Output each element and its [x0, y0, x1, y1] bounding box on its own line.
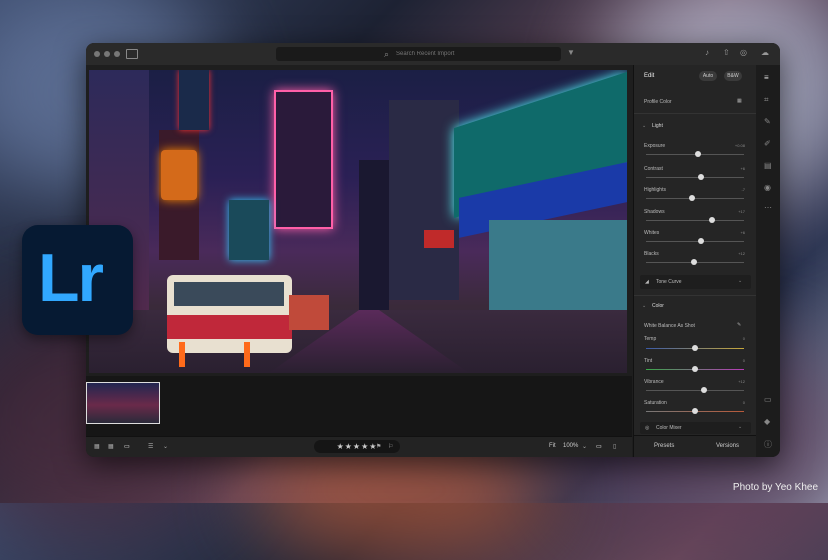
light-section-title[interactable]: Light	[652, 123, 663, 129]
crop-icon[interactable]: ⌗	[764, 95, 769, 105]
edit-sliders-icon[interactable]: ≡	[764, 73, 769, 82]
panel-title: Edit	[644, 73, 655, 79]
versions-tab[interactable]: Versions	[716, 443, 739, 449]
detail-view-icon[interactable]: ▭	[124, 443, 130, 450]
lightroom-logo: Lr	[22, 225, 133, 335]
main-photo[interactable]	[89, 70, 627, 373]
chevron-down-icon[interactable]: ⌄	[642, 303, 646, 309]
search-input[interactable]	[396, 48, 546, 59]
chevron-down-icon[interactable]: ⌄	[642, 123, 646, 129]
sort-icon[interactable]: ☰	[148, 443, 153, 450]
before-after-icon[interactable]: ▭	[596, 443, 602, 450]
sidebar-toggle-icon[interactable]	[126, 49, 138, 59]
color-mixer-icon: ◎	[645, 425, 650, 431]
bottom-toolbar: ▦ ▦ ▭ ☰ ⌄ ★★★★★ ⚑ ⚐ Fit 100% ⌄ ▭ ▯	[86, 436, 632, 457]
filmstrip-thumbnail[interactable]	[86, 382, 160, 424]
healing-brush-icon[interactable]: ✎	[764, 117, 771, 126]
chevron-down-icon: ⌄	[738, 278, 743, 284]
linear-gradient-icon[interactable]: ▤	[764, 161, 772, 170]
presets-tab[interactable]: Presets	[654, 443, 674, 449]
panel-tabs: Presets Versions	[634, 435, 757, 457]
more-icon[interactable]: ⋯	[764, 203, 772, 212]
comment-icon[interactable]: ▭	[764, 395, 772, 404]
bw-button[interactable]: B&W	[724, 71, 742, 81]
help-icon[interactable]: ◎	[740, 48, 747, 57]
chevron-down-icon[interactable]: ⌄	[582, 443, 587, 450]
cloud-icon[interactable]: ☁	[761, 48, 769, 57]
tag-icon[interactable]: ◆	[764, 417, 770, 426]
chevron-down-icon[interactable]: ⌄	[163, 443, 168, 450]
zoom-level[interactable]: 100%	[563, 443, 578, 449]
tone-curve-icon: ◢	[645, 279, 649, 285]
brush-icon[interactable]: ✐	[764, 139, 771, 148]
profile-browser-icon[interactable]: ▦	[737, 98, 742, 104]
square-grid-icon[interactable]: ▦	[108, 443, 114, 450]
chevron-down-icon: ⌄	[738, 424, 743, 430]
tone-curve-row[interactable]: ◢ Tone Curve ⌄	[640, 275, 751, 289]
window-controls[interactable]	[94, 51, 120, 57]
eyedropper-icon[interactable]: ✎	[737, 322, 741, 328]
auto-button[interactable]: Auto	[699, 71, 717, 81]
search-icon: ⌕	[384, 49, 390, 59]
radial-gradient-icon[interactable]: ◉	[764, 183, 771, 192]
compare-icon[interactable]: ▯	[613, 443, 616, 450]
grid-view-icon[interactable]: ▦	[94, 443, 100, 450]
info-icon[interactable]: ⓘ	[764, 439, 772, 450]
filmstrip	[86, 376, 632, 436]
fit-button[interactable]: Fit	[549, 443, 556, 449]
search-box[interactable]: ⌕	[276, 47, 561, 61]
tool-icon-bar: ≡ ⌗ ✎ ✐ ▤ ◉ ⋯ ▭ ◆ ⓘ	[756, 65, 780, 457]
filter-icon[interactable]: ▼	[567, 48, 575, 57]
color-mixer-row[interactable]: ◎ Color Mixer ⌄	[640, 422, 751, 434]
edit-panel: Edit Auto B&W Profile Color ▦ ⌄ Light Ex…	[633, 65, 757, 457]
flag-icon[interactable]: ⚑	[376, 443, 381, 450]
white-balance-selector[interactable]: White Balance As Shot	[644, 323, 695, 329]
profile-selector[interactable]: Profile Color	[644, 99, 672, 105]
color-section-title[interactable]: Color	[652, 303, 664, 309]
reject-flag-icon[interactable]: ⚐	[388, 443, 393, 450]
photo-credit: Photo by Yeo Khee	[732, 482, 818, 493]
notifications-icon[interactable]: ♪	[705, 48, 709, 57]
share-icon[interactable]: ⇧	[723, 48, 730, 57]
title-bar: ⌕ ▼ ♪ ⇧ ◎ ☁	[86, 43, 780, 65]
lightroom-window: ⌕ ▼ ♪ ⇧ ◎ ☁ ▦ ▦ ▭ ☰ ⌄	[86, 43, 780, 457]
